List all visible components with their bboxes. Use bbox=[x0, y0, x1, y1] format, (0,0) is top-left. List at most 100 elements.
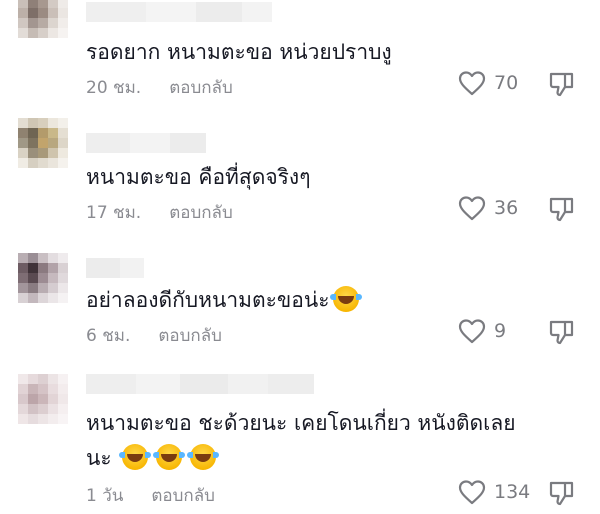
comment-text: หนามตะขอ คือที่สุดจริงๆ bbox=[86, 165, 311, 189]
avatar-pixel bbox=[38, 148, 48, 158]
avatar-pixel bbox=[18, 293, 28, 303]
avatar-pixel bbox=[48, 28, 58, 38]
avatar[interactable] bbox=[18, 118, 68, 168]
comment-text-continuation: นะ bbox=[86, 446, 112, 470]
reply-button[interactable]: ตอบกลับ bbox=[151, 486, 215, 506]
avatar-pixel bbox=[48, 374, 58, 384]
avatar-pixel bbox=[48, 0, 58, 8]
avatar-pixel bbox=[58, 384, 68, 394]
avatar[interactable] bbox=[18, 0, 68, 38]
avatar-pixel bbox=[28, 148, 38, 158]
avatar-pixel bbox=[38, 293, 48, 303]
avatar-pixel bbox=[38, 8, 48, 18]
avatar-pixel bbox=[28, 384, 38, 394]
username-blurred[interactable] bbox=[86, 133, 206, 153]
username-blurred[interactable] bbox=[86, 374, 314, 394]
avatar-pixel bbox=[28, 283, 38, 293]
avatar-pixel bbox=[28, 158, 38, 168]
laughing-tears-emoji-icon bbox=[186, 444, 219, 470]
avatar-pixel bbox=[38, 138, 48, 148]
avatar-pixel bbox=[48, 138, 58, 148]
avatar-pixel bbox=[18, 283, 28, 293]
like-button[interactable]: 36 bbox=[458, 195, 518, 221]
avatar-pixel bbox=[48, 253, 58, 263]
avatar-pixel bbox=[58, 404, 68, 414]
avatar-pixel bbox=[18, 138, 28, 148]
avatar-pixel bbox=[18, 158, 28, 168]
avatar-pixel bbox=[18, 394, 28, 404]
avatar-pixel bbox=[18, 414, 28, 424]
avatar-pixel bbox=[28, 128, 38, 138]
thumbs-down-icon[interactable] bbox=[548, 70, 576, 98]
avatar-pixel bbox=[38, 273, 48, 283]
avatar-pixel bbox=[38, 414, 48, 424]
avatar-pixel bbox=[18, 374, 28, 384]
avatar[interactable] bbox=[18, 253, 68, 303]
avatar-pixel bbox=[48, 148, 58, 158]
avatar-pixel bbox=[18, 128, 28, 138]
avatar-pixel bbox=[48, 128, 58, 138]
avatar-pixel bbox=[58, 128, 68, 138]
avatar-pixel bbox=[48, 404, 58, 414]
comment-text: รอดยาก หนามตะขอ หน่วยปราบงู bbox=[86, 40, 392, 64]
avatar-pixel bbox=[38, 283, 48, 293]
avatar-pixel bbox=[48, 118, 58, 128]
avatar-pixel bbox=[58, 293, 68, 303]
laughing-tears-emoji-icon bbox=[118, 444, 151, 470]
reply-button[interactable]: ตอบกลับ bbox=[158, 326, 222, 346]
comment-meta: 17 ชม. ตอบกลับ bbox=[86, 199, 233, 226]
like-count: 9 bbox=[494, 320, 507, 342]
thumbs-down-icon[interactable] bbox=[548, 195, 576, 223]
avatar-pixel bbox=[18, 0, 28, 8]
comment-time: 17 ชม. bbox=[86, 203, 142, 223]
avatar-pixel bbox=[38, 253, 48, 263]
avatar-pixel bbox=[18, 28, 28, 38]
avatar-pixel bbox=[58, 138, 68, 148]
avatar-pixel bbox=[28, 0, 38, 8]
avatar-pixel bbox=[58, 18, 68, 28]
avatar-pixel bbox=[48, 293, 58, 303]
avatar-pixel bbox=[58, 148, 68, 158]
avatar-pixel bbox=[18, 384, 28, 394]
avatar-pixel bbox=[58, 273, 68, 283]
reply-button[interactable]: ตอบกลับ bbox=[169, 78, 233, 98]
heart-outline-icon bbox=[458, 319, 486, 344]
avatar-pixel bbox=[28, 273, 38, 283]
avatar-pixel bbox=[58, 28, 68, 38]
like-button[interactable]: 134 bbox=[458, 479, 530, 505]
reply-button[interactable]: ตอบกลับ bbox=[169, 203, 233, 223]
comment-meta: 6 ชม. ตอบกลับ bbox=[86, 322, 222, 349]
avatar-pixel bbox=[38, 158, 48, 168]
avatar-pixel bbox=[28, 138, 38, 148]
avatar-pixel bbox=[58, 8, 68, 18]
like-count: 36 bbox=[494, 197, 519, 219]
comment-text-body: อย่าลองดีกับหนามตะขอน่ะ bbox=[86, 288, 330, 312]
avatar[interactable] bbox=[18, 374, 68, 424]
avatar-pixel bbox=[38, 128, 48, 138]
like-button[interactable]: 70 bbox=[458, 70, 518, 96]
avatar-pixel bbox=[58, 253, 68, 263]
avatar-pixel bbox=[28, 293, 38, 303]
avatar-pixel bbox=[48, 384, 58, 394]
avatar-pixel bbox=[58, 414, 68, 424]
avatar-pixel bbox=[38, 374, 48, 384]
avatar-pixel bbox=[28, 118, 38, 128]
avatar-pixel bbox=[18, 8, 28, 18]
avatar-pixel bbox=[38, 0, 48, 8]
avatar-pixel bbox=[18, 263, 28, 273]
avatar-pixel bbox=[48, 263, 58, 273]
username-blurred[interactable] bbox=[86, 258, 144, 278]
avatar-pixel bbox=[38, 394, 48, 404]
username-blurred[interactable] bbox=[86, 2, 272, 22]
comment-text: หนามตะขอ ชะด้วยนะ เคยโดนเกี่ยว หนังติดเล… bbox=[86, 411, 516, 435]
like-button[interactable]: 9 bbox=[458, 318, 506, 344]
avatar-pixel bbox=[48, 394, 58, 404]
comment-time: 6 ชม. bbox=[86, 326, 131, 346]
avatar-pixel bbox=[28, 28, 38, 38]
comment-text: อย่าลองดีกับหนามตะขอน่ะ bbox=[86, 283, 363, 317]
avatar-pixel bbox=[18, 118, 28, 128]
thumbs-down-icon[interactable] bbox=[548, 479, 576, 507]
thumbs-down-icon[interactable] bbox=[548, 318, 576, 346]
avatar-pixel bbox=[58, 118, 68, 128]
avatar-pixel bbox=[48, 158, 58, 168]
